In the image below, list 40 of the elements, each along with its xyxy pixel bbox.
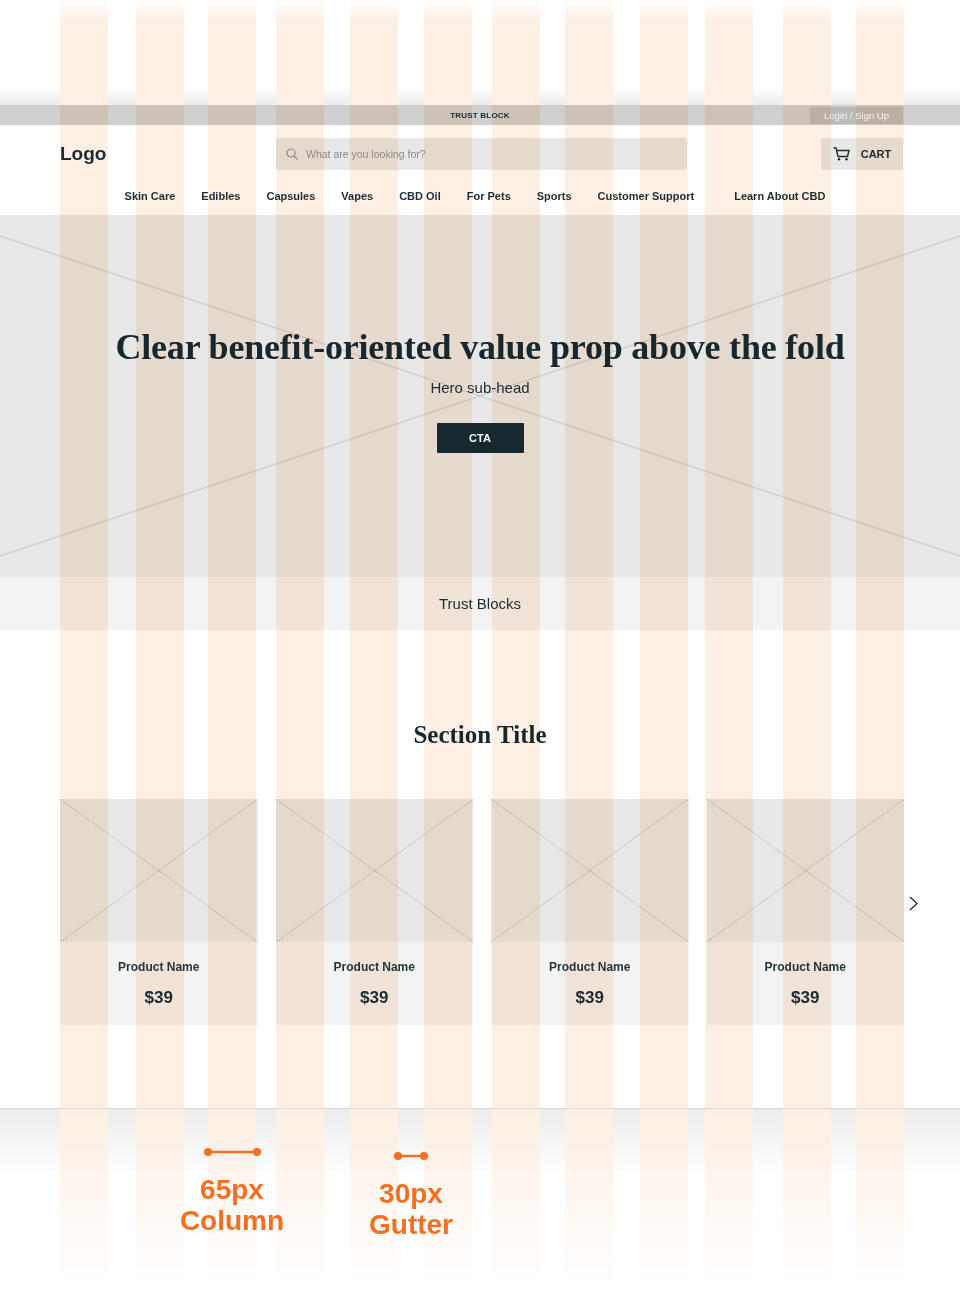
dimension-line-icon [203, 1147, 261, 1157]
cart-button[interactable]: CART [821, 138, 903, 170]
nav-link[interactable]: Edibles [201, 189, 241, 203]
search-bar[interactable]: What are you looking for? [276, 138, 687, 170]
product-price: $39 [144, 988, 173, 1008]
product-name: Product Name [333, 960, 415, 974]
search-input[interactable]: What are you looking for? [306, 146, 666, 162]
section-title: Section Title [412, 720, 548, 750]
legend-value: 65px [200, 1174, 264, 1205]
nav-link[interactable]: For Pets [466, 189, 511, 203]
chevron-right-icon[interactable] [909, 896, 918, 911]
nav-link[interactable]: Vapes [341, 189, 374, 203]
search-icon [286, 148, 298, 160]
legend-value: 30px [379, 1178, 443, 1209]
product-name: Product Name [549, 960, 631, 974]
product-card[interactable]: Product Name $39 [491, 799, 689, 1025]
product-card[interactable]: Product Name $39 [706, 799, 904, 1025]
cta-button[interactable]: CTA [436, 423, 524, 453]
legend-label: Gutter [369, 1209, 453, 1240]
product-name: Product Name [118, 960, 200, 974]
trust-blocks-label: Trust Blocks [439, 594, 521, 613]
nav-link[interactable]: Capsules [266, 189, 316, 203]
cart-icon [832, 147, 850, 161]
product-price: $39 [575, 988, 604, 1008]
nav-link[interactable]: Sports [536, 189, 572, 203]
hero-title: Clear benefit-oriented value prop above the fold [115, 326, 845, 368]
legend-label: Column [179, 1205, 285, 1236]
nav-link[interactable]: Skin Care [124, 189, 176, 203]
product-price: $39 [791, 988, 820, 1008]
dimension-line-icon [394, 1151, 428, 1161]
product-card[interactable]: Product Name $39 [275, 799, 473, 1025]
product-card[interactable]: Product Name $39 [60, 799, 258, 1025]
hero-subhead: Hero sub-head [430, 379, 530, 397]
nav-link[interactable]: Customer Support [597, 189, 695, 203]
nav-link[interactable]: Learn About CBD [734, 189, 826, 203]
trust-block-label: TRUST BLOCK [450, 110, 510, 120]
product-name: Product Name [764, 960, 846, 974]
product-price: $39 [360, 988, 389, 1008]
logo[interactable]: Logo [60, 142, 107, 166]
nav-link[interactable]: CBD Oil [399, 189, 441, 203]
